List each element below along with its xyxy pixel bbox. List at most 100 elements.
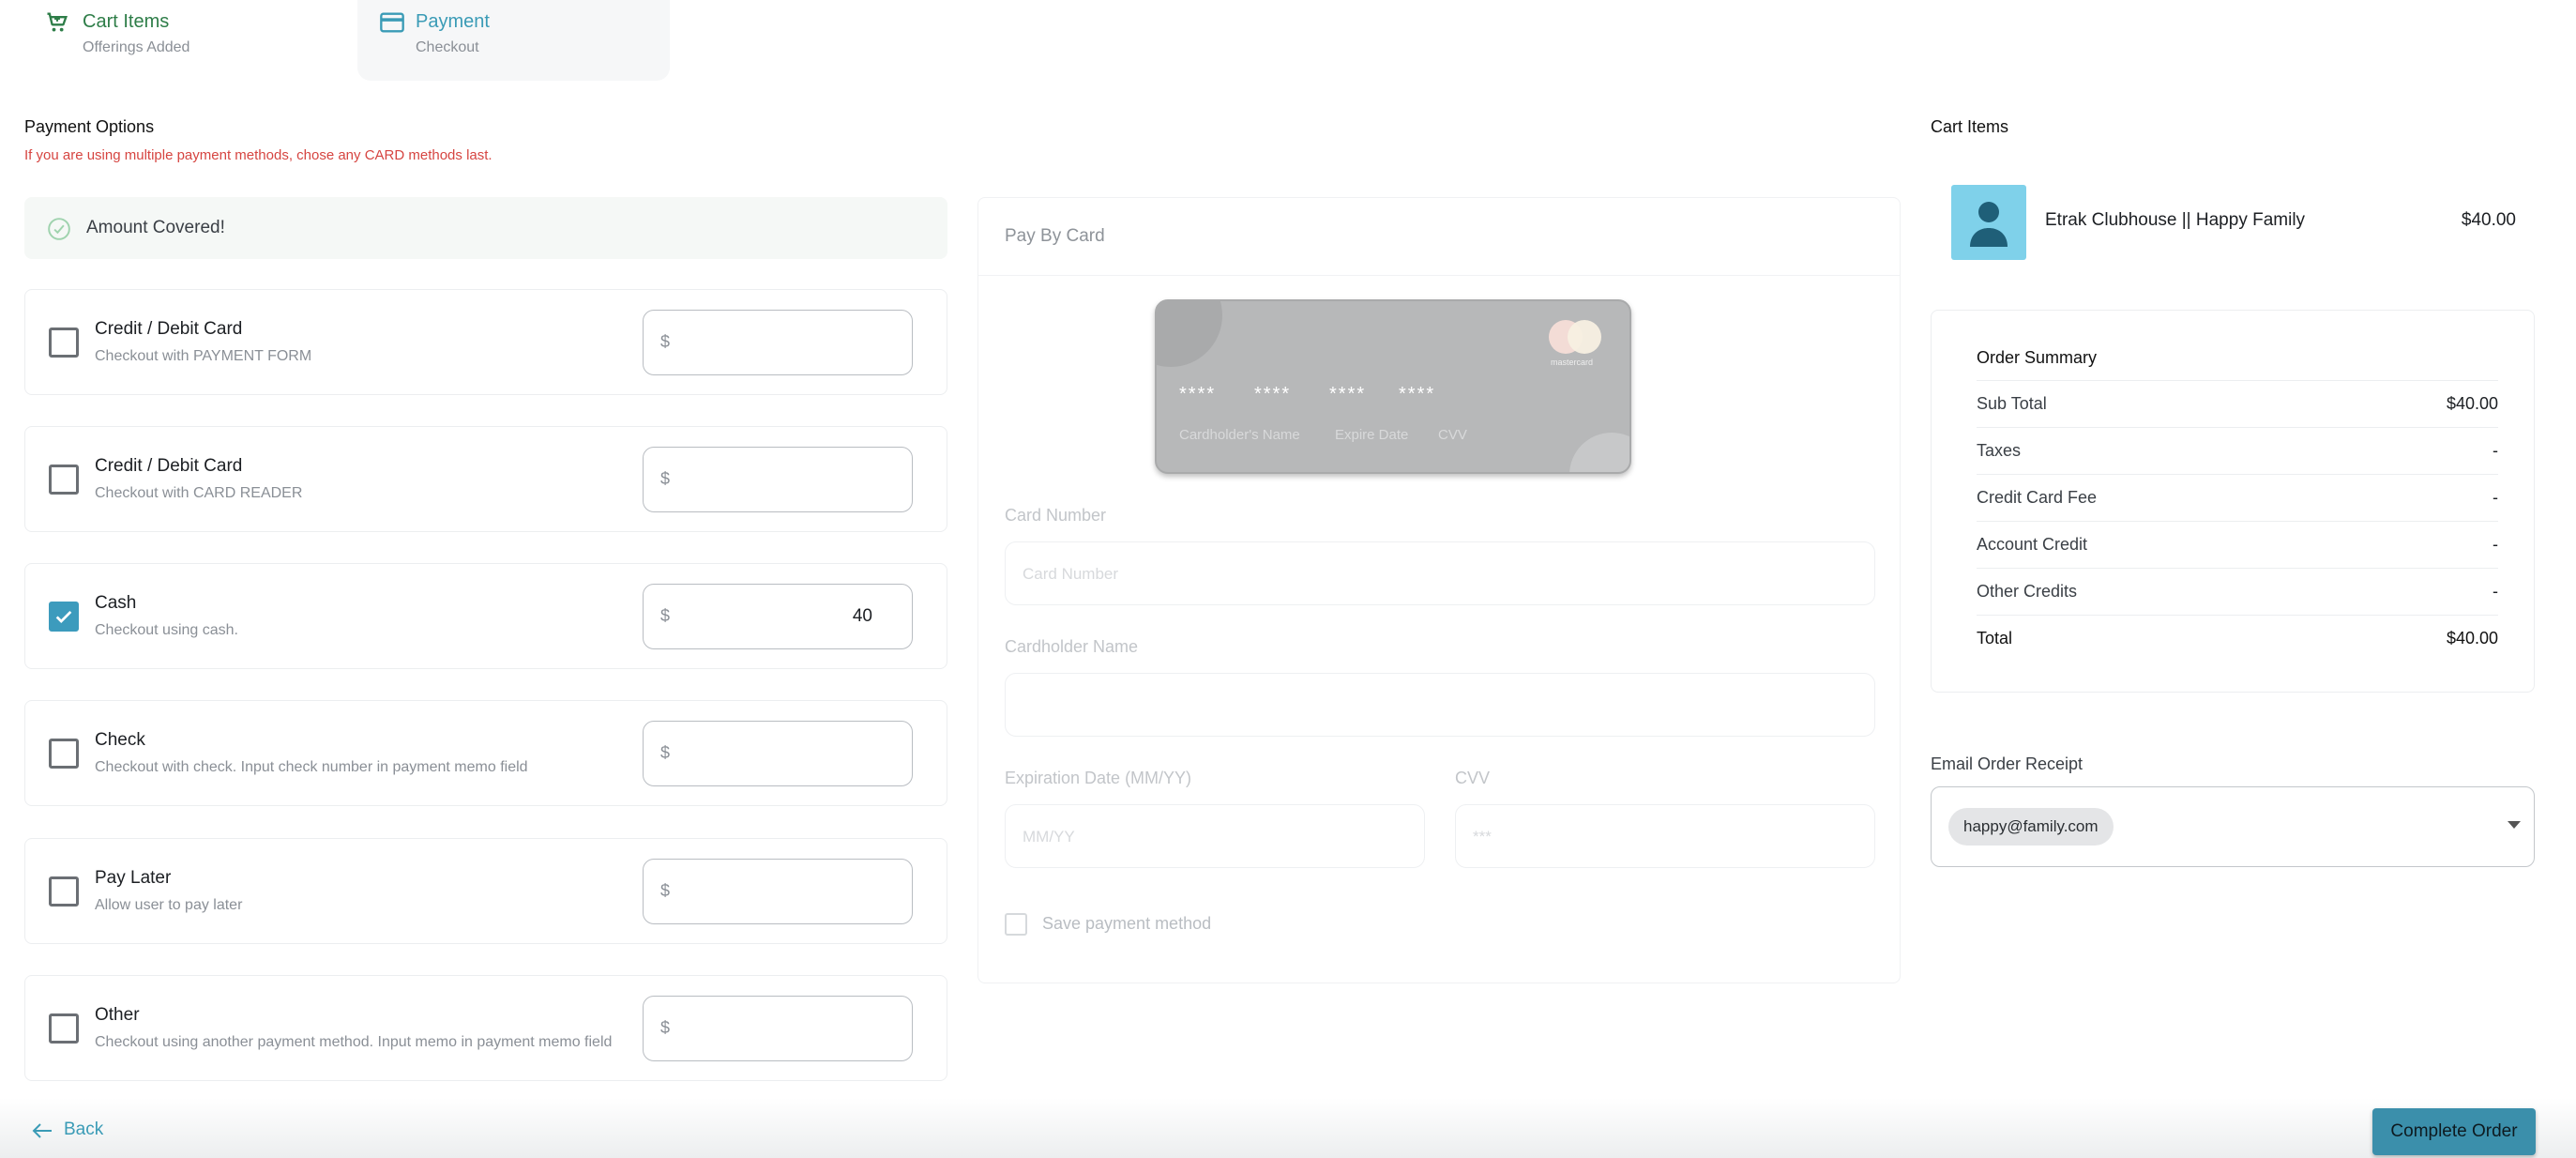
payment-option-checkbox[interactable] bbox=[49, 602, 79, 632]
card-number-field-wrap bbox=[1005, 541, 1875, 605]
payment-option-label: Credit / Debit Card bbox=[95, 319, 243, 339]
credit-card-icon bbox=[380, 12, 404, 33]
summary-label: Total bbox=[1977, 629, 2013, 648]
pay-by-card-title: Pay By Card bbox=[1005, 226, 1105, 246]
divider bbox=[978, 275, 1900, 276]
summary-row-taxes: Taxes - bbox=[1977, 427, 2498, 474]
order-summary-title: Order Summary bbox=[1977, 348, 2098, 367]
payment-option-label: Check bbox=[95, 730, 145, 750]
summary-value: - bbox=[2493, 488, 2498, 507]
payment-amount-input[interactable] bbox=[685, 735, 872, 772]
payment-option-row: Credit / Debit Card Checkout with PAYMENT… bbox=[24, 289, 947, 395]
summary-value: $40.00 bbox=[2446, 629, 2498, 648]
email-receipt-label: Email Order Receipt bbox=[1931, 754, 2084, 773]
cart-item-thumbnail bbox=[1951, 185, 2026, 260]
card-number-group: **** bbox=[1399, 384, 1436, 404]
payment-warning: If you are using multiple payment method… bbox=[24, 147, 492, 163]
payment-option-label: Other bbox=[95, 1005, 140, 1025]
expiration-field-wrap bbox=[1005, 804, 1425, 868]
summary-label: Other Credits bbox=[1977, 582, 2078, 601]
payment-option-checkbox[interactable] bbox=[49, 1013, 79, 1044]
payment-option-label: Pay Later bbox=[95, 868, 172, 888]
summary-label: Taxes bbox=[1977, 441, 2022, 460]
payment-option-description: Checkout with CARD READER bbox=[95, 485, 303, 501]
check-circle-icon bbox=[48, 218, 70, 240]
payment-option-checkbox[interactable] bbox=[49, 328, 79, 358]
cart-item: Etrak Clubhouse || Happy Family $40.00 bbox=[1931, 178, 2535, 265]
currency-symbol: $ bbox=[660, 881, 671, 900]
payment-amount-field: $ bbox=[643, 996, 913, 1061]
payment-option-label: Cash bbox=[95, 593, 137, 613]
payment-amount-input[interactable] bbox=[685, 324, 872, 361]
cart-item-name: Etrak Clubhouse || Happy Family bbox=[2045, 210, 2306, 230]
summary-row-total: Total $40.00 bbox=[1977, 615, 2498, 662]
cart-items-title: Cart Items bbox=[1931, 117, 2009, 136]
save-payment-label: Save payment method bbox=[1042, 914, 1212, 933]
card-number-group: **** bbox=[1329, 384, 1367, 404]
card-decoration bbox=[1157, 301, 1222, 367]
email-chip[interactable]: happy@family.com bbox=[1948, 808, 2114, 846]
card-number-input[interactable] bbox=[1023, 559, 1805, 589]
payment-amount-field: $ bbox=[643, 859, 913, 924]
save-payment-checkbox[interactable] bbox=[1005, 913, 1027, 936]
email-receipt-select[interactable]: happy@family.com bbox=[1931, 786, 2535, 867]
payment-option-checkbox[interactable] bbox=[49, 465, 79, 495]
pay-by-card-panel: Pay By Card mastercard **** **** **** **… bbox=[977, 197, 1901, 983]
step-title: Cart Items bbox=[83, 11, 170, 32]
payment-amount-input[interactable] bbox=[685, 1010, 872, 1047]
card-brand: mastercard bbox=[1551, 358, 1594, 367]
payment-amount-field: $ bbox=[643, 584, 913, 649]
payment-amount-field: $ bbox=[643, 721, 913, 786]
cardholder-name-label: Cardholder Name bbox=[1005, 637, 1139, 656]
person-icon bbox=[1970, 202, 2008, 247]
order-summary: Order Summary Sub Total $40.00 Taxes - C… bbox=[1931, 310, 2535, 693]
payment-option-checkbox[interactable] bbox=[49, 739, 79, 769]
step-subtitle: Checkout bbox=[416, 39, 479, 55]
checkmark-icon bbox=[55, 610, 72, 623]
payment-amount-field: $ bbox=[643, 447, 913, 512]
card-expiry-label: Expire Date bbox=[1335, 427, 1409, 443]
arrow-left-icon bbox=[32, 1123, 52, 1138]
summary-row-account-credit: Account Credit - bbox=[1977, 521, 2498, 568]
mastercard-logo-icon bbox=[1568, 320, 1601, 354]
summary-value: - bbox=[2493, 535, 2498, 554]
summary-value: - bbox=[2493, 441, 2498, 460]
payment-option-description: Allow user to pay later bbox=[95, 897, 243, 913]
payment-amount-field: $ bbox=[643, 310, 913, 375]
expiration-input[interactable] bbox=[1023, 822, 1400, 852]
expiration-label: Expiration Date (MM/YY) bbox=[1005, 769, 1192, 787]
summary-row-credit-card-fee: Credit Card Fee - bbox=[1977, 474, 2498, 521]
payment-option-row: Credit / Debit Card Checkout with CARD RE… bbox=[24, 426, 947, 532]
complete-order-button[interactable]: Complete Order bbox=[2372, 1108, 2536, 1155]
payment-option-description: Checkout using another payment method. I… bbox=[95, 1034, 613, 1050]
summary-row-subtotal: Sub Total $40.00 bbox=[1977, 380, 2498, 427]
cardholder-name-input[interactable] bbox=[1023, 691, 1805, 721]
summary-label: Credit Card Fee bbox=[1977, 488, 2098, 507]
card-cvv-label: CVV bbox=[1438, 427, 1467, 443]
payment-option-checkbox[interactable] bbox=[49, 876, 79, 907]
chevron-down-icon[interactable] bbox=[2508, 821, 2521, 829]
cvv-label: CVV bbox=[1455, 769, 1491, 787]
currency-symbol: $ bbox=[660, 469, 671, 488]
payment-option-row: Pay Later Allow user to pay later $ bbox=[24, 838, 947, 944]
payment-amount-input[interactable] bbox=[685, 873, 872, 910]
payment-amount-input[interactable] bbox=[685, 461, 872, 498]
footer-bar bbox=[0, 1098, 2576, 1158]
currency-symbol: $ bbox=[660, 1018, 671, 1037]
back-label: Back bbox=[64, 1120, 104, 1139]
cvv-input[interactable] bbox=[1473, 822, 1850, 852]
cvv-field-wrap bbox=[1455, 804, 1875, 868]
card-number-group: **** bbox=[1179, 384, 1217, 404]
currency-symbol: $ bbox=[660, 606, 671, 625]
step-payment[interactable]: Payment Checkout bbox=[357, 0, 670, 81]
payment-option-description: Checkout with check. Input check number … bbox=[95, 759, 528, 775]
cardholder-name-field-wrap bbox=[1005, 673, 1875, 737]
step-cart-items[interactable]: Cart Items Offerings Added bbox=[24, 0, 343, 81]
payment-option-row: Cash Checkout using cash. $ bbox=[24, 563, 947, 669]
payment-amount-input[interactable] bbox=[685, 598, 872, 635]
card-number-label: Card Number bbox=[1005, 506, 1107, 525]
payment-option-description: Checkout with PAYMENT FORM bbox=[95, 348, 312, 364]
amount-covered-banner: Amount Covered! bbox=[24, 197, 947, 259]
card-holder-label: Cardholder's Name bbox=[1179, 427, 1300, 443]
card-number-group: **** bbox=[1254, 384, 1292, 404]
